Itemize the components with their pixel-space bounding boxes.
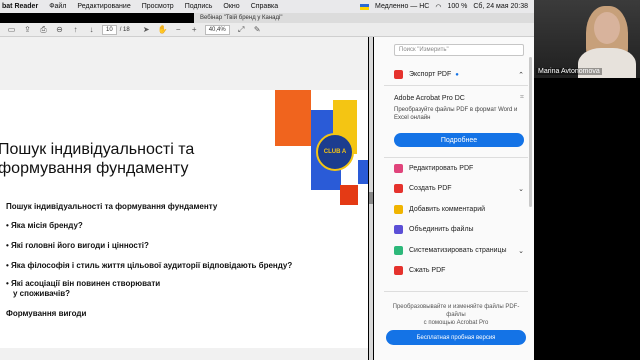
ukraine-flag-icon[interactable]	[360, 3, 370, 10]
collapse-pane-icon[interactable]	[369, 192, 373, 204]
tool-edit-pdf[interactable]: Редактировать PDF	[394, 164, 524, 173]
slide-title: Пошук індивідуальності та формування фун…	[0, 141, 195, 177]
export-pdf-header[interactable]: Экспорт PDF ● ⌃	[394, 70, 524, 79]
bullet-item: • Яка місія бренду?	[6, 221, 83, 230]
hand-tool-icon[interactable]: ✋	[158, 25, 168, 34]
bullet-footer: Формування вигоди	[6, 309, 87, 318]
product-desc: Преобразуйте файлы PDF в формат Word и	[394, 107, 518, 113]
divider	[384, 291, 528, 292]
zoom-minus-icon[interactable]: −	[174, 25, 183, 34]
menu-sign[interactable]: Подпись	[185, 3, 213, 10]
divider	[384, 157, 528, 158]
slide-page: CLUB A Пошук індивідуальності та формува…	[0, 90, 368, 348]
dismiss-icon[interactable]: ⌗	[520, 94, 524, 102]
window-tab[interactable]: Вебінар "Твій бренд у Канаді"	[194, 13, 534, 23]
comment-icon[interactable]: ✎	[253, 25, 262, 34]
menu-window[interactable]: Окно	[223, 3, 239, 10]
bullet-item: • Які головні його вигоди і цінності?	[6, 241, 149, 250]
tool-add-comment[interactable]: Добавить комментарий	[394, 205, 524, 214]
battery-level: 100 %	[447, 3, 468, 10]
export-pdf-icon	[394, 70, 403, 79]
bullet-item: • Які асоціації він повинен створювати	[6, 279, 161, 288]
create-pdf-icon	[394, 184, 403, 193]
wifi-icon[interactable]: ◠	[435, 3, 441, 11]
page-total: / 18	[119, 26, 130, 33]
network-status: Медленно — НС	[375, 3, 430, 10]
organize-pages-icon	[394, 246, 403, 255]
pane-scrollbar[interactable]	[529, 57, 532, 207]
participant-face	[594, 12, 620, 44]
edit-pdf-icon	[394, 164, 403, 173]
video-tile[interactable]: Marina Avtonomova	[534, 0, 640, 78]
next-page-icon[interactable]: ↓	[87, 25, 96, 34]
tool-compress-pdf[interactable]: Сжать PDF	[394, 266, 524, 275]
select-cursor-icon[interactable]: ➤	[142, 25, 151, 34]
upload-icon[interactable]: ⇪	[23, 25, 32, 34]
divider	[384, 85, 528, 86]
menu-help[interactable]: Справка	[251, 3, 278, 10]
save-icon[interactable]: ▭	[7, 25, 16, 34]
menu-view[interactable]: Просмотр	[142, 3, 174, 10]
tab-title: Вебінар "Твій бренд у Канаді"	[200, 15, 283, 21]
zoom-out-icon[interactable]: ⊖	[55, 25, 64, 34]
zoom-level[interactable]: 40,4%	[204, 24, 230, 35]
product-desc-2: Excel онлайн	[394, 115, 431, 121]
fit-page-icon[interactable]: ⤢	[237, 25, 246, 34]
free-trial-button[interactable]: Бесплатная пробная версия	[386, 330, 526, 345]
product-name: Adobe Acrobat Pro DC ⌗	[394, 94, 524, 102]
status-dot-icon: ●	[455, 71, 459, 78]
menu-file[interactable]: Файл	[49, 3, 66, 10]
prev-page-icon[interactable]: ↑	[71, 25, 80, 34]
zoom-plus-icon[interactable]: +	[190, 25, 199, 34]
compress-pdf-icon	[394, 266, 403, 275]
print-icon[interactable]: ⎙	[39, 25, 48, 34]
red-block	[340, 185, 358, 205]
club-logo: CLUB A	[316, 133, 354, 171]
call-background	[534, 78, 640, 360]
chevron-up-icon[interactable]: ⌃	[518, 71, 524, 79]
blue-block-small	[358, 160, 368, 184]
comment-icon	[394, 205, 403, 214]
tool-create-pdf[interactable]: Создать PDF ⌄	[394, 184, 524, 193]
participant-name: Marina Avtonomova	[536, 68, 602, 75]
bullet-heading: Пошук індивідуальності та формування фун…	[6, 202, 218, 211]
orange-block	[275, 90, 311, 146]
acrobat-toolbar: ▭ ⇪ ⎙ ⊖ ↑ ↓ 10 / 18 ➤ ✋ − + 40,4% ⤢ ✎	[0, 23, 534, 37]
bullet-item-continued: у споживачів?	[13, 289, 71, 298]
search-input[interactable]: Поиск "Измерить"	[394, 44, 524, 56]
tools-pane: Поиск "Измерить" Экспорт PDF ● ⌃ Adobe A…	[374, 37, 534, 360]
chevron-down-icon[interactable]: ⌄	[518, 185, 524, 193]
app-menu[interactable]: bat Reader	[2, 3, 38, 10]
bullet-item: • Яка філософія і стиль життя цільової а…	[6, 261, 293, 270]
menu-edit[interactable]: Редактирование	[77, 3, 130, 10]
document-view[interactable]: CLUB A Пошук індивідуальності та формува…	[0, 37, 368, 360]
chevron-down-icon[interactable]: ⌄	[518, 247, 524, 255]
more-button[interactable]: Подробнее	[394, 133, 524, 147]
tool-combine-files[interactable]: Объединить файлы	[394, 225, 524, 234]
tool-organize-pages[interactable]: Систематизировать страницы ⌄	[394, 246, 524, 255]
status-area: Медленно — НС ◠ 100 % Сб, 24 мая 20:38	[360, 3, 528, 11]
combine-files-icon	[394, 225, 403, 234]
footer-text: Преобразовывайте и изменяйте файлы PDF-ф…	[392, 304, 520, 326]
page-number-input[interactable]: 10	[102, 24, 117, 35]
clock[interactable]: Сб, 24 мая 20:38	[473, 3, 528, 10]
